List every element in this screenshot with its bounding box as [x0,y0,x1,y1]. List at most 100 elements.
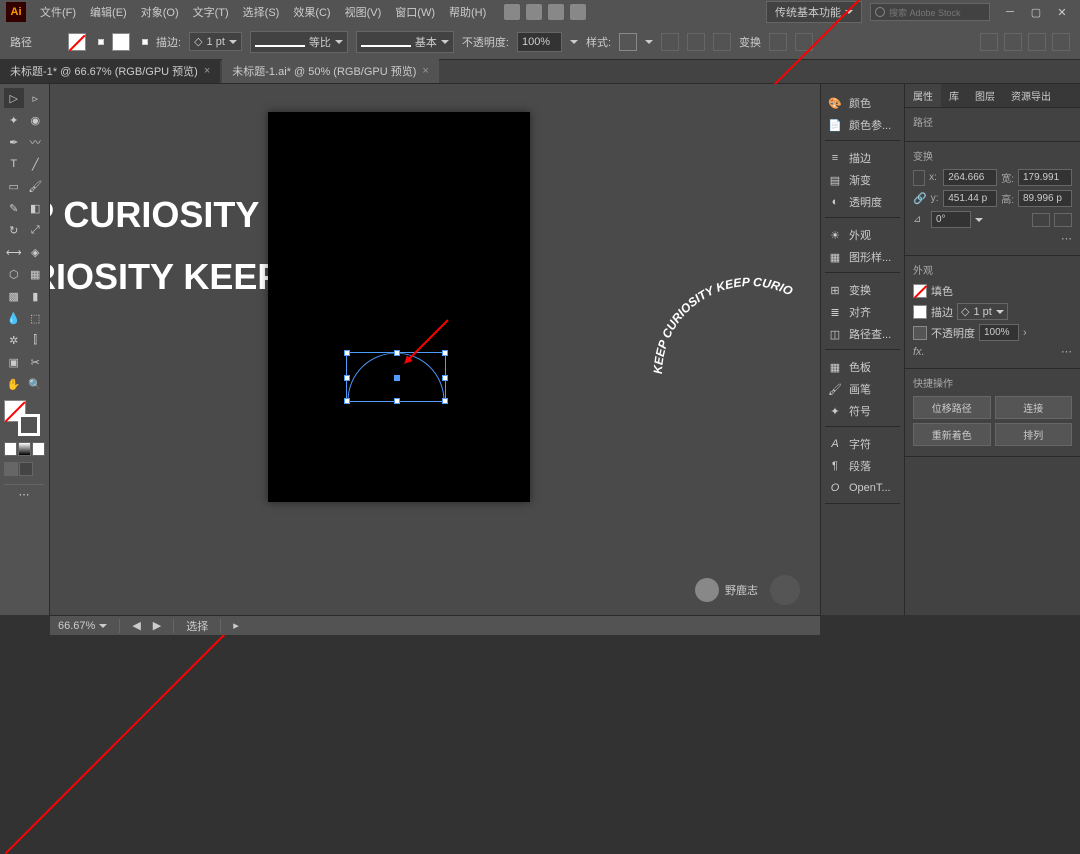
panel-opentype[interactable]: OOpenT... [825,477,900,499]
scale-tool[interactable]: ⤢ [26,220,46,240]
eyedropper-tool[interactable]: 💧 [4,308,24,328]
panel-stroke[interactable]: ≡描边 [825,147,900,169]
shape-builder-tool[interactable]: ⬡ [4,264,24,284]
close-button[interactable]: ✕ [1050,3,1074,21]
tab-doc2[interactable]: 未标题-1.ai* @ 50% (RGB/GPU 预览) × [222,59,439,83]
stock-icon[interactable] [526,4,542,20]
arrange-icon[interactable] [548,4,564,20]
stroke-dropdown[interactable] [142,39,148,45]
lasso-tool[interactable]: ◉ [26,110,46,130]
tab-doc1[interactable]: 未标题-1* @ 66.67% (RGB/GPU 预览) × [0,59,220,83]
panel-align[interactable]: ≣对齐 [825,301,900,323]
panel-brushes[interactable]: 🖌画笔 [825,378,900,400]
perspective-tool[interactable]: ▦ [26,264,46,284]
close-icon[interactable]: × [204,65,210,77]
status-more[interactable]: ▸ [233,619,239,632]
handle-tr[interactable] [442,350,448,356]
more-options[interactable]: ⋯ [1061,232,1072,245]
direct-selection-tool[interactable]: ▹ [26,88,46,108]
menu-effect[interactable]: 效果(C) [287,1,336,23]
isolate-icon[interactable] [769,33,787,51]
color-mode-gradient[interactable] [18,442,31,456]
handle-mr[interactable] [442,375,448,381]
stroke-indicator[interactable] [18,414,40,436]
recolor-icon[interactable] [661,33,679,51]
panel-paragraph[interactable]: ¶段落 [825,455,900,477]
selection-box[interactable] [346,352,446,402]
curvature-tool[interactable]: 〰 [26,132,46,152]
handle-center[interactable] [394,375,400,381]
handle-bl[interactable] [344,398,350,404]
blend-tool[interactable]: ⬚ [26,308,46,328]
stroke-color[interactable] [913,305,927,319]
menu-object[interactable]: 对象(O) [135,1,185,23]
color-mode-fill[interactable] [4,442,17,456]
gradient-tool[interactable]: ▮ [26,286,46,306]
h-input[interactable] [1018,190,1072,207]
pref-icon[interactable] [1028,33,1046,51]
shape-icon[interactable] [713,33,731,51]
grid-icon[interactable] [980,33,998,51]
brush-select[interactable]: 基本 [356,31,454,53]
rotate-chevron[interactable] [975,218,983,222]
zoom-tool[interactable]: 🔍 [26,374,46,394]
eraser-tool[interactable]: ◧ [26,198,46,218]
tool-status[interactable]: 选择 [186,618,208,634]
type-tool[interactable]: T [4,154,24,174]
menu-edit[interactable]: 编辑(E) [84,1,133,23]
handle-ml[interactable] [344,375,350,381]
menu-help[interactable]: 帮助(H) [443,1,492,23]
hand-tool[interactable]: ✋ [4,374,24,394]
panel-transparency[interactable]: ◐透明度 [825,191,900,213]
rotate-input[interactable] [931,211,971,228]
selection-tool[interactable]: ▷ [4,88,24,108]
rotate-tool[interactable]: ↻ [4,220,24,240]
menu-text[interactable]: 文字(T) [187,1,235,23]
panel-transform[interactable]: ⊞变换 [825,279,900,301]
tab-libraries[interactable]: 库 [941,84,967,107]
stroke-weight[interactable]: ◇1 pt [957,303,1008,320]
symbol-sprayer-tool[interactable]: ✲ [4,330,24,350]
offset-path-button[interactable]: 位移路径 [913,396,991,419]
menu-view[interactable]: 视图(V) [339,1,388,23]
nav-right[interactable]: ▶ [153,619,161,632]
tab-layers[interactable]: 图层 [967,84,1003,107]
search-input[interactable]: 搜索 Adobe Stock [870,3,990,21]
w-input[interactable] [1018,169,1072,186]
panel-gradient[interactable]: ▤渐变 [825,169,900,191]
free-transform-tool[interactable]: ◈ [26,242,46,262]
canvas[interactable]: P CURIOSITY RIOSITY KEEP KEEP CURIOSITY … [50,84,820,615]
close-icon[interactable]: × [422,65,428,77]
panel-symbols[interactable]: ✦符号 [825,400,900,422]
opacity-swatch[interactable] [913,326,927,340]
pen-tool[interactable]: ✒ [4,132,24,152]
handle-tc[interactable] [394,350,400,356]
panel-character[interactable]: A字符 [825,433,900,455]
x-input[interactable] [943,169,997,186]
menu-file[interactable]: 文件(F) [34,1,82,23]
link-wh-icon[interactable]: 🔗 [913,192,927,205]
rectangle-tool[interactable]: ▭ [4,176,24,196]
artboard-tool[interactable]: ▣ [4,352,24,372]
opacity-value[interactable] [979,324,1019,341]
zoom-level[interactable]: 66.67% [58,620,107,632]
align-icon[interactable] [687,33,705,51]
style-swatch[interactable] [619,33,637,51]
appearance-more[interactable]: ⋯ [1061,345,1072,358]
flip-h-icon[interactable] [1032,213,1050,227]
panel-icon[interactable] [1052,33,1070,51]
opacity-input[interactable] [517,32,562,52]
menu-window[interactable]: 窗口(W) [389,1,441,23]
width-tool[interactable]: ⟷ [4,242,24,262]
panel-appearance[interactable]: ☀外观 [825,224,900,246]
handle-tl[interactable] [344,350,350,356]
panel-color[interactable]: 🎨颜色 [825,92,900,114]
paintbrush-tool[interactable]: 🖌 [26,176,46,196]
stroke-weight-input[interactable]: ◇1 pt [189,32,242,51]
fill-swatch[interactable] [68,33,86,51]
mesh-tool[interactable]: ▩ [4,286,24,306]
panel-color-guide[interactable]: 📄颜色参... [825,114,900,136]
magic-wand-tool[interactable]: ✦ [4,110,24,130]
fx-link[interactable]: fx. [913,346,925,358]
panel-swatches[interactable]: ▦色板 [825,356,900,378]
